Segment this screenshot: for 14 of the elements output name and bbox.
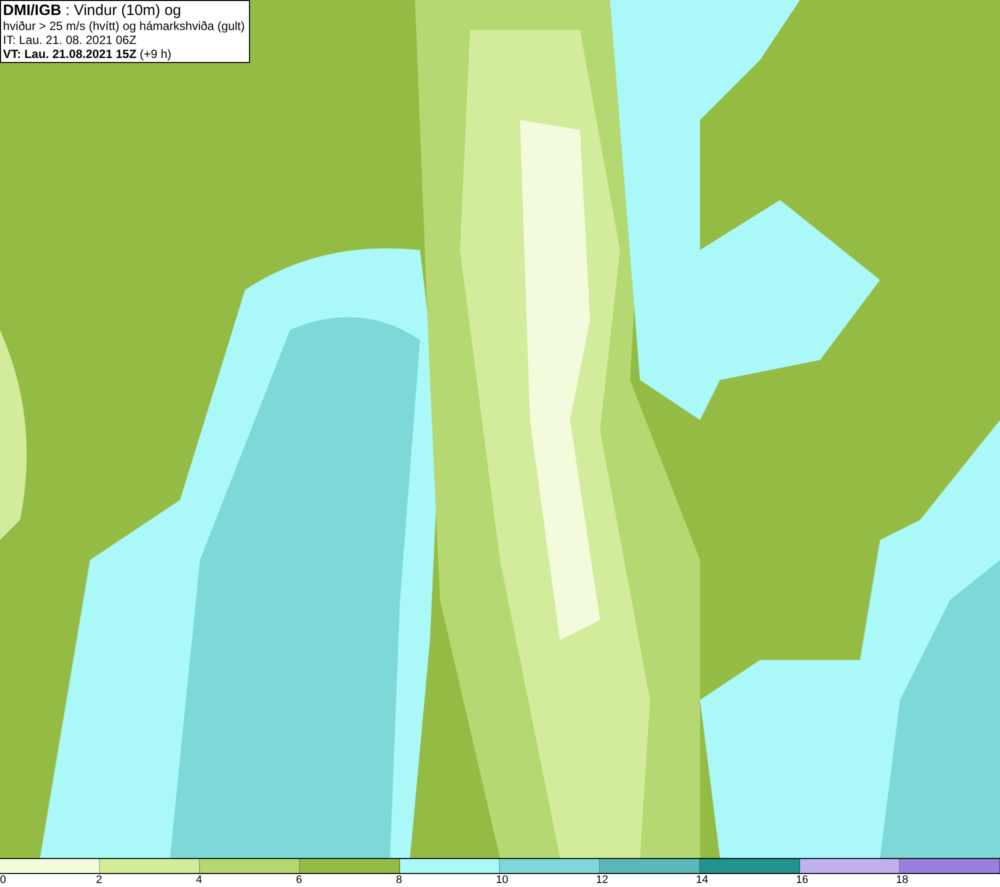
legend-tick-label: 16 <box>796 874 808 887</box>
legend-tick-label: 2 <box>96 874 102 887</box>
info-text: hviður > 25 m/s (hvítt) og hámarkshviða (gult) <box>3 19 246 33</box>
legend-tick-label: 10 <box>496 874 508 887</box>
legend-tick-label: 12 <box>596 874 608 887</box>
info-text: VT: Lau. 21.08.2021 15Z (+9 h) <box>3 47 172 61</box>
legend-tick-label: 14 <box>696 874 708 887</box>
info-text: DMI/IGB : Vindur (10m) og <box>3 2 182 19</box>
legend-tick-label: 6 <box>296 874 302 887</box>
legend-tick-label: 0 <box>0 874 6 887</box>
legend-tick-label: 18 <box>896 874 908 887</box>
legend-tick-label: 4 <box>196 874 202 887</box>
legend-tick-label: 8 <box>396 874 402 887</box>
info-text: IT: Lau. 21. 08. 2021 06Z <box>3 33 138 47</box>
